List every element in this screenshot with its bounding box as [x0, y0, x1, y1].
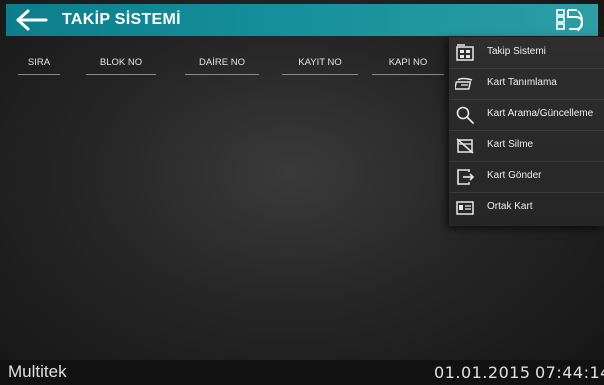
- arrow-left-icon: [16, 9, 48, 31]
- status-time: 07:44:14: [535, 363, 604, 382]
- brand-name: Multitek: [8, 362, 67, 381]
- column-header-daire-no: DAİRE NO: [185, 56, 259, 75]
- column-header-blok-no: BLOK NO: [86, 56, 156, 75]
- status-date: 01.01.2015: [434, 363, 531, 382]
- card-delete-icon: [456, 138, 474, 154]
- menu-item-takip-sistemi[interactable]: Takip Sistemi: [449, 37, 604, 69]
- menu-item-ortak-kart[interactable]: Ortak Kart: [449, 192, 604, 223]
- app-screen: TAKİP SİSTEMİ SIRA BLOK NO DAİRE NO KAYI…: [0, 0, 604, 385]
- table-header: SIRA BLOK NO DAİRE NO KAYIT NO KAPI NO: [0, 56, 460, 76]
- column-header-kayit-no: KAYIT NO: [282, 56, 358, 75]
- id-card-icon: [456, 201, 474, 215]
- menu-item-label: Kart Tanımlama: [487, 77, 557, 88]
- title-bar: TAKİP SİSTEMİ: [6, 4, 598, 36]
- menu-item-kart-silme[interactable]: Kart Silme: [449, 130, 604, 162]
- menu-item-label: Kart Silme: [487, 139, 534, 150]
- status-bar: Multitek 01.01.2015 07:44:14: [0, 360, 604, 385]
- building-list-icon: [456, 44, 474, 61]
- menu-item-label: Kart Gönder: [487, 170, 542, 181]
- back-button[interactable]: [12, 8, 52, 32]
- column-header-kapi-no: KAPI NO: [372, 56, 444, 75]
- menu-item-label: Takip Sistemi: [487, 46, 546, 57]
- page-title: TAKİP SİSTEMİ: [62, 11, 181, 28]
- menu-item-kart-arama[interactable]: Kart Arama/Güncelleme: [449, 99, 604, 131]
- menu-button[interactable]: [554, 7, 590, 33]
- menu-item-kart-tanimlama[interactable]: Kart Tanımlama: [449, 68, 604, 100]
- menu-item-label: Kart Arama/Güncelleme: [487, 108, 594, 119]
- menu-item-kart-gonder[interactable]: Kart Gönder: [449, 161, 604, 193]
- column-header-sira: SIRA: [18, 56, 60, 75]
- card-send-icon: [457, 169, 475, 185]
- search-icon: [456, 106, 474, 124]
- options-menu: Takip Sistemi Kart Tanımlama Kart Arama/…: [449, 37, 604, 226]
- card-define-icon: [455, 77, 473, 90]
- brand-logo-menu-icon: [556, 9, 584, 32]
- menu-item-label: Ortak Kart: [487, 201, 533, 212]
